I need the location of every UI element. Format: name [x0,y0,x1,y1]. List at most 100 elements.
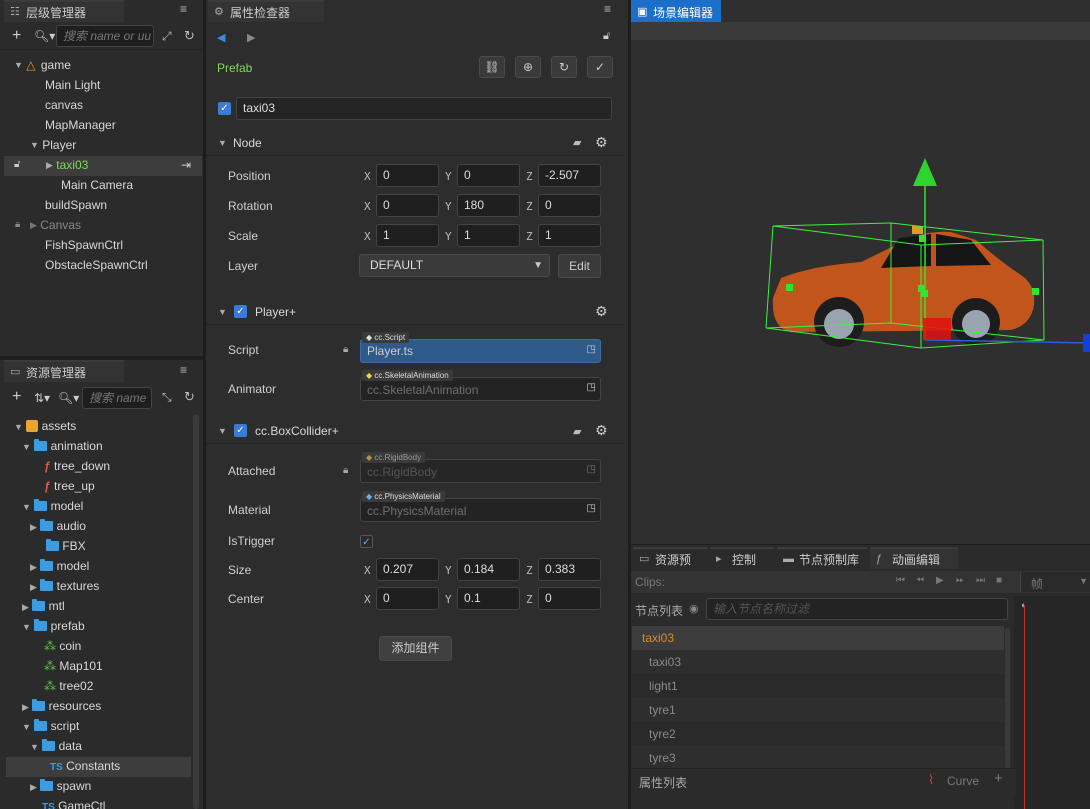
settings-gear-icon[interactable]: ⚙ [595,134,608,151]
tab-animation-editor[interactable]: ƒ动画编辑器 [870,547,958,589]
node-section-header[interactable] [206,130,624,156]
apply-prefab-button[interactable]: ✓ [587,56,613,78]
axis-z-label[interactable]: Z [526,564,533,577]
tab-assets[interactable]: ▭ 资源管理器 [4,360,124,382]
scale-x-input[interactable]: 1 [376,224,439,247]
collider-enabled-checkbox[interactable]: ✓ [234,424,247,437]
tab-node-library[interactable]: ▬ 节点预制库 [777,547,867,569]
tree-node-game[interactable]: ▼ △ game [14,55,71,75]
unlock-icon[interactable]: 🔓︎ [603,30,610,43]
search-filter-icon[interactable]: 🔍︎▾ [58,391,79,405]
add-asset-icon[interactable]: + [12,388,21,406]
anim-node-row[interactable]: taxi03 [632,650,1004,674]
tree-node-buildspawn[interactable]: buildSpawn [45,195,107,215]
asset-coin[interactable]: ⁂ coin [44,636,81,656]
forward-arrow-icon[interactable]: ▶ [247,31,255,44]
collapse-arrow-icon[interactable]: ▶ [30,522,37,532]
collapse-all-icon[interactable]: ⤢ [162,29,172,44]
asset-map101[interactable]: ⁂ Map101 [44,656,103,676]
expand-arrow-icon[interactable]: ▼ [30,140,39,150]
expand-arrow-icon[interactable]: ▼ [22,622,31,632]
asset-constants[interactable]: TS Constants [50,756,120,776]
assets-menu-icon[interactable]: ≡ [180,363,187,377]
tab-scene-editor[interactable]: ▣ 场景编辑器 [631,0,721,22]
axis-y-label[interactable]: Y [445,593,452,606]
curve-label[interactable]: Curve [947,774,979,788]
asset-fbx[interactable]: FBX [46,536,86,556]
collapse-arrow-icon[interactable]: ▶ [30,220,37,230]
istrigger-checkbox[interactable]: ✓ [360,535,373,548]
last-frame-icon[interactable]: ⏭ [976,575,985,586]
expand-arrow-icon[interactable]: ▼ [218,426,227,436]
tree-node-player[interactable]: ▼ Player [30,135,76,155]
locate-prefab-button[interactable]: ⊕ [515,56,541,78]
axis-y-label[interactable]: Y [445,170,452,183]
asset-audio[interactable]: ▶ audio [30,516,86,536]
asset-model[interactable]: ▼ model [22,496,83,516]
tab-inspector[interactable]: ⚙ 属性检查器 [208,0,324,22]
axis-z-label[interactable]: Z [526,230,533,243]
axis-x-label[interactable]: X [364,170,371,183]
asset-textures[interactable]: ▶ textures [30,576,99,596]
first-frame-icon[interactable]: ⏮ [896,575,905,586]
refresh-icon[interactable]: ↻ [184,389,195,405]
search-filter-icon[interactable]: 🔍︎▾ [34,29,55,43]
lock-open-icon[interactable]: 🔓︎ [14,159,20,170]
axis-x-label[interactable]: X [364,593,371,606]
eye-icon[interactable]: ◉ [689,602,699,615]
curve-icon[interactable]: ⌇ [928,772,934,788]
refresh-icon[interactable]: ↻ [184,28,195,44]
asset-animation[interactable]: ▼ animation [22,436,103,456]
stop-icon[interactable]: ■ [996,575,1002,586]
tree-node-canvas-disabled[interactable]: ▶ Canvas [30,215,81,235]
expand-arrow-icon[interactable]: ▼ [22,502,31,512]
collapse-arrow-icon[interactable]: ▶ [22,602,29,612]
selected-row[interactable] [4,156,202,176]
next-frame-icon[interactable]: ⏩︎ [956,575,964,586]
rotation-x-input[interactable]: 0 [376,194,439,217]
node-filter-input[interactable]: 输入节点名称过滤 [706,598,1008,620]
expand-arrow-icon[interactable]: ▼ [22,442,31,452]
pick-object-icon[interactable]: ◳ [587,464,596,475]
expand-arrow-icon[interactable]: ▼ [14,422,23,432]
anim-node-row-selected[interactable]: taxi03 [632,626,1004,650]
anim-node-row[interactable]: tyre2 [632,722,1004,746]
unlink-prefab-button[interactable]: ⛓ [479,56,505,78]
pick-object-icon[interactable]: ◳ [587,503,596,514]
help-book-icon[interactable]: ▰ [573,425,581,438]
pick-object-icon[interactable]: ◳ [587,382,596,393]
collapse-arrow-icon[interactable]: ▶ [46,160,53,170]
collapse-arrow-icon[interactable]: ▶ [30,782,37,792]
revert-prefab-button[interactable]: ↻ [551,56,577,78]
node-active-checkbox[interactable]: ✓ [218,102,231,115]
expand-arrow-icon[interactable]: ▼ [218,138,227,148]
asset-resources[interactable]: ▶ resources [22,696,101,716]
lock-icon[interactable]: 🔒︎ [15,219,20,230]
asset-gamectl[interactable]: TS GameCtl [42,796,105,809]
expand-arrow-icon[interactable]: ▼ [218,307,227,317]
add-property-icon[interactable]: + [994,770,1003,787]
axis-z-label[interactable]: Z [526,593,533,606]
collapse-arrow-icon[interactable]: ▶ [22,702,29,712]
layer-edit-button[interactable]: Edit [558,254,601,278]
expand-arrow-icon[interactable]: ▼ [30,742,39,752]
asset-tree-up[interactable]: ƒ tree_up [44,476,95,496]
open-script-icon[interactable]: ◳ [587,344,596,355]
asset-tree02[interactable]: ⁂ tree02 [44,676,93,696]
expand-arrow-icon[interactable]: ▼ [22,722,31,732]
rotation-z-input[interactable]: 0 [538,194,601,217]
back-arrow-icon[interactable]: ◀ [217,31,225,44]
assets-search-input[interactable]: 搜索 name [82,387,152,409]
asset-tree-down[interactable]: ƒ tree_down [44,456,110,476]
axis-y-label[interactable]: Y [445,564,452,577]
tree-node-canvas[interactable]: canvas [45,95,83,115]
inspector-menu-icon[interactable]: ≡ [604,2,611,16]
scale-y-input[interactable]: 1 [457,224,520,247]
scale-z-input[interactable]: 1 [538,224,601,247]
axis-x-label[interactable]: X [364,564,371,577]
position-z-input[interactable]: -2.507 [538,164,601,187]
hierarchy-search-input[interactable]: 搜索 name or uu [56,25,154,47]
player-enabled-checkbox[interactable]: ✓ [234,305,247,318]
axis-x-label[interactable]: X [364,230,371,243]
node-name-input[interactable]: taxi03 [236,97,612,120]
